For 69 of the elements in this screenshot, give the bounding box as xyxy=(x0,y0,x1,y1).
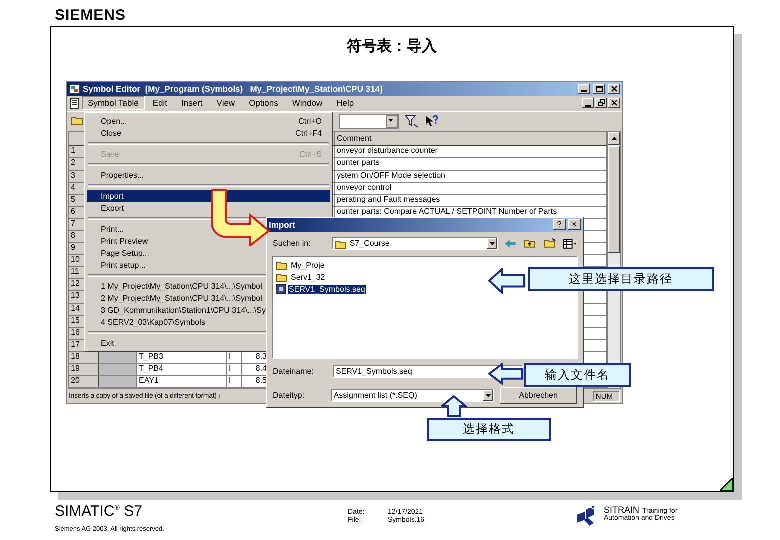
menu-bar-item[interactable]: Help xyxy=(330,96,360,110)
row-number: 19 xyxy=(69,364,99,376)
row-number: 20 xyxy=(69,376,99,388)
callout-arrow xyxy=(441,395,467,418)
folder-icon xyxy=(276,272,288,282)
restore-icon xyxy=(596,99,606,108)
close-icon xyxy=(610,99,618,108)
table-icon xyxy=(69,98,80,109)
folder-icon xyxy=(71,115,85,128)
table-cell: I xyxy=(227,376,242,388)
file-list-item[interactable]: My_Proje xyxy=(290,260,326,270)
callout-tooltip: 这里选择目录路径 xyxy=(528,267,714,291)
folder-icon xyxy=(276,260,288,270)
product-name: SIMATIC$^{®}$ S7 xyxy=(55,502,144,520)
callout-tooltip: 选择格式 xyxy=(427,418,551,441)
file-list-item[interactable]: SERV1_Symbols.seq xyxy=(288,284,366,294)
menu-item[interactable]: Import xyxy=(87,190,330,202)
menu-item[interactable]: Open... Ctrl+O xyxy=(87,115,330,127)
minimize-button[interactable] xyxy=(578,84,590,94)
table-cell: T_PB4 xyxy=(137,364,227,376)
close-icon xyxy=(610,84,618,93)
maximize-icon xyxy=(594,84,604,93)
menu-bar-item[interactable]: Edit xyxy=(146,96,174,110)
app-icon xyxy=(69,84,80,94)
menu-item[interactable]: Close Ctrl+F4 xyxy=(87,127,330,139)
row-number: 18 xyxy=(69,352,99,364)
minimize-button[interactable] xyxy=(582,98,594,108)
filter-icon xyxy=(405,114,419,128)
menu-bar-item[interactable]: View xyxy=(210,96,242,110)
dialog-title: Import xyxy=(269,220,296,230)
field-label: Suchen in: xyxy=(273,239,312,248)
look-in-dropdown[interactable]: S7_Course xyxy=(332,237,498,250)
view-menu-icon xyxy=(563,238,578,250)
close-button[interactable] xyxy=(608,98,620,108)
restore-button[interactable] xyxy=(595,98,607,108)
callout-tooltip: 输入文件名 xyxy=(524,363,631,387)
field-label: Dateityp: xyxy=(273,390,306,400)
callout-arrow xyxy=(488,363,524,385)
menu-bar-item[interactable]: Insert xyxy=(176,96,209,110)
close-button[interactable]: × xyxy=(568,219,581,230)
file-icon xyxy=(276,284,286,294)
file-list-item[interactable]: Serv1_32 xyxy=(290,272,326,282)
up-folder-icon xyxy=(524,238,538,250)
callout-arrow xyxy=(488,268,526,294)
slide-title: 符号表：导入 xyxy=(346,37,438,56)
new-folder-icon xyxy=(544,238,558,250)
menu-bar-item[interactable]: Window xyxy=(286,96,329,110)
siemens-logo: SIEMENS xyxy=(55,7,126,24)
scroll-up-icon xyxy=(610,136,618,142)
brand-name: SITRAIN xyxy=(604,505,640,515)
cancel-button[interactable]: Abbrechen xyxy=(500,386,577,404)
table-cell: I xyxy=(227,364,242,376)
menu-bar-item[interactable]: Options xyxy=(243,96,284,110)
minimize-icon xyxy=(585,104,591,107)
window-title: Symbol Editor [My_Program (Symbols) My_Project\My_Station\CPU 314] xyxy=(83,84,384,94)
file-type-dropdown[interactable]: Assignment list (*.SEQ) xyxy=(330,388,494,402)
field-label: Dateiname: xyxy=(273,366,315,376)
close-button[interactable] xyxy=(608,84,620,94)
maximize-button[interactable] xyxy=(593,84,605,94)
table-cell: EAY1 xyxy=(137,376,227,388)
menu-bar-item[interactable]: Symbol Table xyxy=(82,96,145,110)
caret-icon xyxy=(488,241,496,246)
folder-icon xyxy=(334,238,347,249)
help-button[interactable]: ? xyxy=(553,219,566,230)
minimize-icon xyxy=(581,90,587,92)
filter-dropdown[interactable] xyxy=(339,114,399,129)
back-arrow-icon xyxy=(504,238,518,250)
caret-icon xyxy=(484,392,492,398)
help-cursor-icon xyxy=(425,114,439,128)
